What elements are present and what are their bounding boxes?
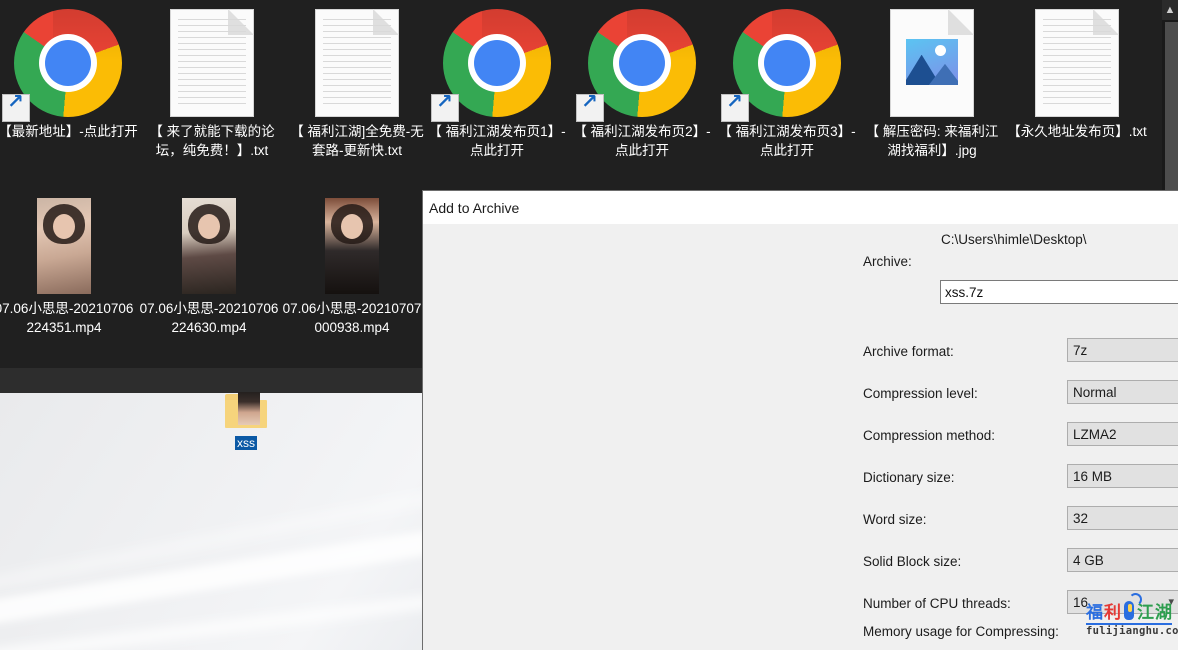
screen: 【最新地址】-点此打开 【 来了就能下载的论坛，纯免费！】.txt 【 福利江湖… [0, 0, 1178, 650]
field-label: Dictionary size: [863, 470, 955, 485]
desktop-icon-label: 07.06小思思-20210707000938.mp4 [280, 299, 424, 337]
folder-icon [225, 390, 267, 430]
desktop-icon-label: 07.06小思思-20210706224630.mp4 [137, 299, 281, 337]
archive-label: Archive: [863, 254, 912, 269]
dialog-title: Add to Archive [429, 200, 519, 216]
watermark-char-1: 福 [1086, 598, 1103, 623]
compression-level-select[interactable]: Normal ▾ [1067, 380, 1178, 404]
dialog-title-bar: Add to Archive [423, 191, 1178, 224]
field-value: LZMA2 [1073, 427, 1117, 442]
desktop-icon-label: 【 福利江湖发布页1】-点此打开 [425, 122, 569, 160]
field-value: 32 [1073, 511, 1088, 526]
watermark-char-2: 利 [1104, 598, 1121, 623]
scroll-up-arrow-icon[interactable]: ▲ [1162, 0, 1178, 20]
shortcut-arrow-icon [576, 94, 604, 122]
desktop-icon-label: 【 解压密码: 来福利江湖找福利】.jpg [860, 122, 1004, 160]
compression-settings-column: Archive format: 7z ▾ Compression level: … [863, 334, 1178, 628]
chrome-icon [0, 4, 140, 122]
field-value: 7z [1073, 343, 1087, 358]
archive-name-combo[interactable]: ▾ [940, 280, 1178, 304]
compression-method-select[interactable]: LZMA2 ▾ [1067, 422, 1178, 446]
desktop-icon-label: 【 来了就能下载的论坛，纯免费！】.txt [140, 122, 284, 160]
watermark-char-4: 湖 [1155, 598, 1172, 623]
desktop-icon-chrome-shortcut-4[interactable]: 【 福利江湖发布页3】-点此打开 [715, 4, 859, 160]
chrome-icon [570, 4, 714, 122]
field-label: Word size: [863, 512, 927, 527]
desktop-icon-video-2[interactable]: 07.06小思思-20210706224630.mp4 [137, 193, 281, 337]
desktop-icon-label: 【 福利江湖]全免费-无套路-更新快.txt [285, 122, 429, 160]
archive-name-input[interactable] [941, 285, 1178, 300]
field-compression-method: Compression method: LZMA2 ▾ [863, 418, 1178, 460]
watermark-url: fulijianghu.com [1086, 625, 1172, 637]
add-to-archive-dialog: Add to Archive C:\Users\himle\Desktop\ A… [422, 190, 1178, 650]
desktop-folder-xss[interactable]: xss [225, 390, 267, 452]
field-label: Compression level: [863, 386, 978, 401]
folder-label: xss [235, 436, 257, 450]
shortcut-arrow-icon [721, 94, 749, 122]
field-archive-format: Archive format: 7z ▾ [863, 334, 1178, 376]
desktop-icon-text-document-2[interactable]: 【 福利江湖]全免费-无套路-更新快.txt [285, 4, 429, 160]
video-thumbnail-icon [0, 193, 136, 299]
shortcut-arrow-icon [431, 94, 459, 122]
watermark-logo: 福 利 江 湖 [1086, 598, 1172, 622]
site-watermark: 福 利 江 湖 fulijianghu.com [1086, 598, 1172, 637]
text-document-icon [140, 4, 284, 122]
chrome-icon [715, 4, 859, 122]
desktop-icon-label: 【 福利江湖发布页2】-点此打开 [570, 122, 714, 160]
desktop-icon-label: 【永久地址发布页】.txt [1005, 122, 1149, 141]
desktop-icon-chrome-shortcut-2[interactable]: 【 福利江湖发布页1】-点此打开 [425, 4, 569, 160]
desktop-icon-label: 【最新地址】-点此打开 [0, 122, 140, 141]
desktop-icon-label: 【 福利江湖发布页3】-点此打开 [715, 122, 859, 160]
field-label: Number of CPU threads: [863, 596, 1011, 611]
dictionary-size-select[interactable]: 16 MB ▾ [1067, 464, 1178, 488]
image-file-icon [860, 4, 1004, 122]
field-label: Solid Block size: [863, 554, 961, 569]
field-dictionary-size: Dictionary size: 16 MB ▾ [863, 460, 1178, 502]
text-document-icon [1005, 4, 1149, 122]
field-solid-block-size: Solid Block size: 4 GB ▾ [863, 544, 1178, 586]
field-value: 16 MB [1073, 469, 1112, 484]
desktop-icon-image-document[interactable]: 【 解压密码: 来福利江湖找福利】.jpg [860, 4, 1004, 160]
field-value: 4 GB [1073, 553, 1104, 568]
word-size-select[interactable]: 32 ▾ [1067, 506, 1178, 530]
desktop-icon-video-1[interactable]: 07.06小思思-20210706224351.mp4 [0, 193, 136, 337]
chrome-icon [425, 4, 569, 122]
desktop-icon-chrome-shortcut-1[interactable]: 【最新地址】-点此打开 [0, 4, 140, 141]
desktop-icon-text-document-3[interactable]: 【永久地址发布页】.txt [1005, 4, 1149, 141]
video-thumbnail-icon [280, 193, 424, 299]
dialog-body: C:\Users\himle\Desktop\ Archive: ▾ Archi… [423, 224, 1178, 233]
desktop-icon-text-document-1[interactable]: 【 来了就能下载的论坛，纯免费！】.txt [140, 4, 284, 160]
text-document-icon [285, 4, 429, 122]
field-compression-level: Compression level: Normal ▾ [863, 376, 1178, 418]
archive-format-select[interactable]: 7z ▾ [1067, 338, 1178, 362]
field-word-size: Word size: 32 ▾ [863, 502, 1178, 544]
desktop-icon-chrome-shortcut-3[interactable]: 【 福利江湖发布页2】-点此打开 [570, 4, 714, 160]
mouse-icon [1124, 601, 1134, 620]
desktop-icon-label: 07.06小思思-20210706224351.mp4 [0, 299, 136, 337]
archive-path-text: C:\Users\himle\Desktop\ [941, 232, 1087, 247]
field-label: Archive format: [863, 344, 954, 359]
memory-label: Memory usage for Compressing: [863, 624, 1059, 639]
solid-block-size-select[interactable]: 4 GB ▾ [1067, 548, 1178, 572]
video-thumbnail-icon [137, 193, 281, 299]
desktop-icon-video-3[interactable]: 07.06小思思-20210707000938.mp4 [280, 193, 424, 337]
field-label: Compression method: [863, 428, 995, 443]
field-value: Normal [1073, 385, 1117, 400]
shortcut-arrow-icon [2, 94, 30, 122]
